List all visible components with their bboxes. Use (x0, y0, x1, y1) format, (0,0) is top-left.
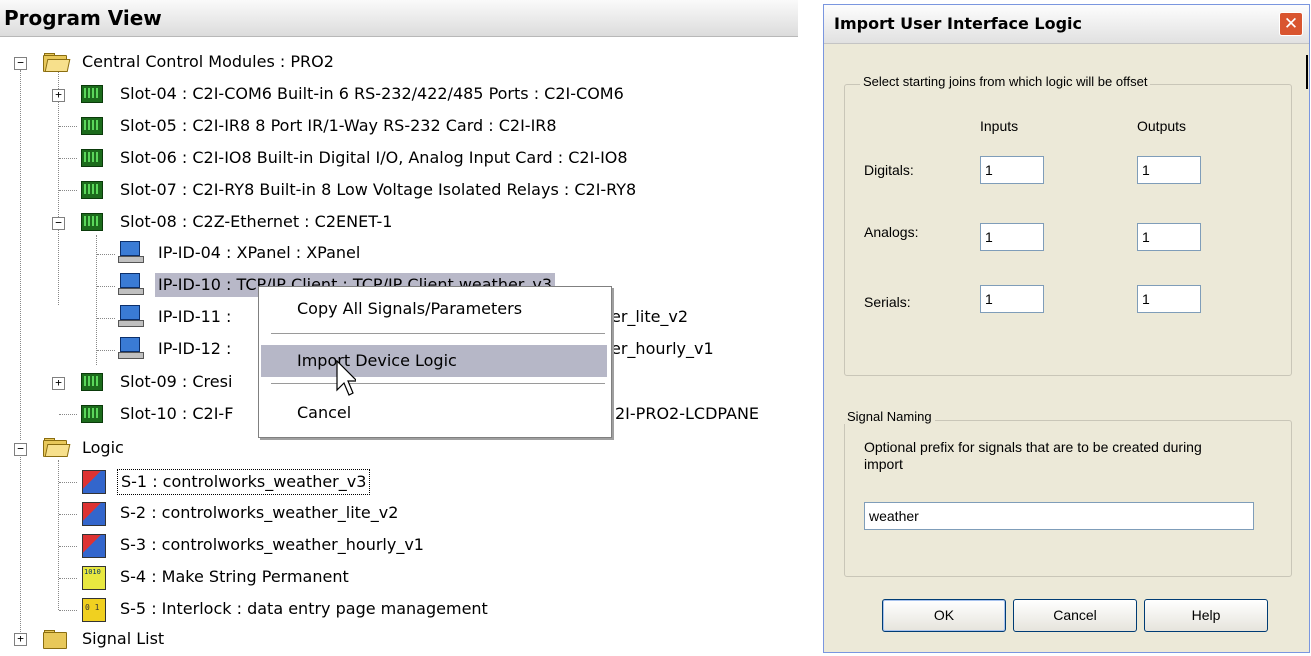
card-module-icon (81, 213, 103, 231)
mouse-cursor-icon (336, 360, 356, 396)
digitals-input-field[interactable]: 1 (980, 156, 1044, 184)
make-string-symbol-icon (82, 566, 106, 590)
tree-line (59, 158, 77, 159)
close-icon[interactable]: ✕ (1279, 12, 1303, 36)
logic-symbol-icon (82, 534, 106, 558)
menu-item-label: Import Device Logic (297, 351, 457, 370)
computer-icon (118, 305, 144, 327)
inputs-header: Inputs (980, 118, 1019, 134)
tree-item-slot-08[interactable]: Slot-08 : C2Z-Ethernet : C2ENET-1 (117, 210, 395, 234)
dialog-title: Import User Interface Logic (834, 14, 1083, 33)
logic-symbol-icon (82, 502, 106, 526)
tree-line (97, 318, 115, 319)
menu-separator (271, 333, 605, 335)
tree-line (59, 190, 77, 191)
tree-item-logic[interactable]: Logic (79, 436, 127, 460)
tree-line (20, 450, 21, 640)
panel-title: Program View (4, 6, 162, 30)
serials-output-field[interactable]: 1 (1137, 285, 1201, 313)
menu-item-import-device-logic[interactable]: Import Device Logic (261, 345, 607, 377)
tree-line (59, 482, 77, 483)
prefix-input-field[interactable]: weather (864, 502, 1254, 530)
tree-item-slot-09[interactable]: Slot-09 : Cresi (117, 370, 235, 394)
tree-line (59, 514, 77, 515)
card-module-icon (81, 181, 103, 199)
open-folder-icon (43, 53, 71, 72)
tree-line (97, 350, 115, 351)
analogs-output-field[interactable]: 1 (1137, 223, 1201, 251)
menu-separator (271, 383, 605, 385)
tree-item-signal-list[interactable]: Signal List (79, 627, 167, 651)
menu-item-copy-signals[interactable]: Copy All Signals/Parameters (261, 293, 607, 325)
computer-icon (118, 337, 144, 359)
card-module-icon (81, 149, 103, 167)
tree-item-ip-id-04[interactable]: IP-ID-04 : XPanel : XPanel (155, 241, 363, 265)
signal-naming-label: Signal Naming (844, 409, 935, 424)
tree-item-s-5[interactable]: S-5 : Interlock : data entry page manage… (117, 597, 491, 621)
interlock-symbol-icon (82, 598, 106, 622)
card-module-icon (81, 373, 103, 391)
serials-label: Serials: (864, 294, 911, 310)
cancel-button[interactable]: Cancel (1013, 599, 1137, 632)
tree-item-central-control[interactable]: Central Control Modules : PRO2 (79, 50, 337, 74)
tree-item-slot-10-tail: 2I-PRO2-LCDPANE (615, 404, 760, 423)
dialog-titlebar: Import User Interface Logic ✕ (824, 5, 1309, 44)
menu-item-label: Copy All Signals/Parameters (297, 299, 523, 318)
tree-item-slot-10[interactable]: Slot-10 : C2I-F (117, 402, 236, 426)
tree-item-slot-04[interactable]: Slot-04 : C2I-COM6 Built-in 6 RS-232/422… (117, 82, 627, 106)
tree-item-ip-id-12-tail: er_hourly_v1 (611, 339, 714, 358)
collapse-toggle[interactable]: − (14, 443, 27, 456)
joins-group-label: Select starting joins from which logic w… (860, 74, 1151, 89)
digitals-output-field[interactable]: 1 (1137, 156, 1201, 184)
tree-item-ip-id-11-tail: er_lite_v2 (611, 307, 689, 326)
logic-symbol-icon (82, 470, 106, 494)
menu-item-cancel[interactable]: Cancel (261, 397, 607, 429)
collapse-toggle[interactable]: − (14, 57, 27, 70)
tree-line (97, 286, 115, 287)
tree-item-slot-06[interactable]: Slot-06 : C2I-IO8 Built-in Digital I/O, … (117, 146, 631, 170)
tree-item-slot-07[interactable]: Slot-07 : C2I-RY8 Built-in 8 Low Voltage… (117, 178, 639, 202)
program-view-header: Program View (0, 0, 798, 37)
tree-line (59, 578, 77, 579)
import-logic-dialog: Import User Interface Logic ✕ Select sta… (823, 4, 1310, 653)
tree-item-s-3[interactable]: S-3 : controlworks_weather_hourly_v1 (117, 533, 427, 557)
expand-toggle[interactable]: + (52, 377, 65, 390)
expand-toggle[interactable]: + (14, 633, 27, 646)
analogs-label: Analogs: (864, 224, 919, 240)
tree-item-s-4[interactable]: S-4 : Make String Permanent (117, 565, 352, 589)
collapse-toggle[interactable]: − (52, 217, 65, 230)
tree-line (59, 546, 77, 547)
serials-input-field[interactable]: 1 (980, 285, 1044, 313)
tree-line (59, 610, 77, 611)
tree-line (20, 70, 21, 440)
tree-item-s-1[interactable]: S-1 : controlworks_weather_v3 (117, 469, 371, 495)
expand-toggle[interactable]: + (52, 89, 65, 102)
analogs-input-field[interactable]: 1 (980, 223, 1044, 251)
tree-line (97, 254, 115, 255)
program-view-panel: Program View − Central Control Modules :… (0, 0, 798, 656)
tree-item-ip-id-11[interactable]: IP-ID-11 : (155, 305, 234, 329)
computer-icon (118, 241, 144, 263)
digitals-label: Digitals: (864, 162, 914, 178)
open-folder-icon (43, 438, 71, 457)
tree-item-s-2[interactable]: S-2 : controlworks_weather_lite_v2 (117, 501, 401, 525)
context-menu: Copy All Signals/Parameters Import Devic… (258, 286, 612, 438)
outputs-header: Outputs (1137, 118, 1187, 134)
card-module-icon (81, 117, 103, 135)
ok-button[interactable]: OK (882, 599, 1006, 632)
card-module-icon (81, 85, 103, 103)
computer-icon (118, 273, 144, 295)
help-button[interactable]: Help (1144, 599, 1268, 632)
tree-item-ip-id-12[interactable]: IP-ID-12 : (155, 337, 234, 361)
card-module-icon (81, 405, 103, 423)
signal-naming-description: Optional prefix for signals that are to … (864, 439, 1202, 472)
window-edge-marker (1306, 55, 1308, 89)
folder-icon (43, 630, 67, 649)
tree-item-slot-05[interactable]: Slot-05 : C2I-IR8 8 Port IR/1-Way RS-232… (117, 114, 560, 138)
tree-line (59, 126, 77, 127)
tree-line (59, 414, 77, 415)
